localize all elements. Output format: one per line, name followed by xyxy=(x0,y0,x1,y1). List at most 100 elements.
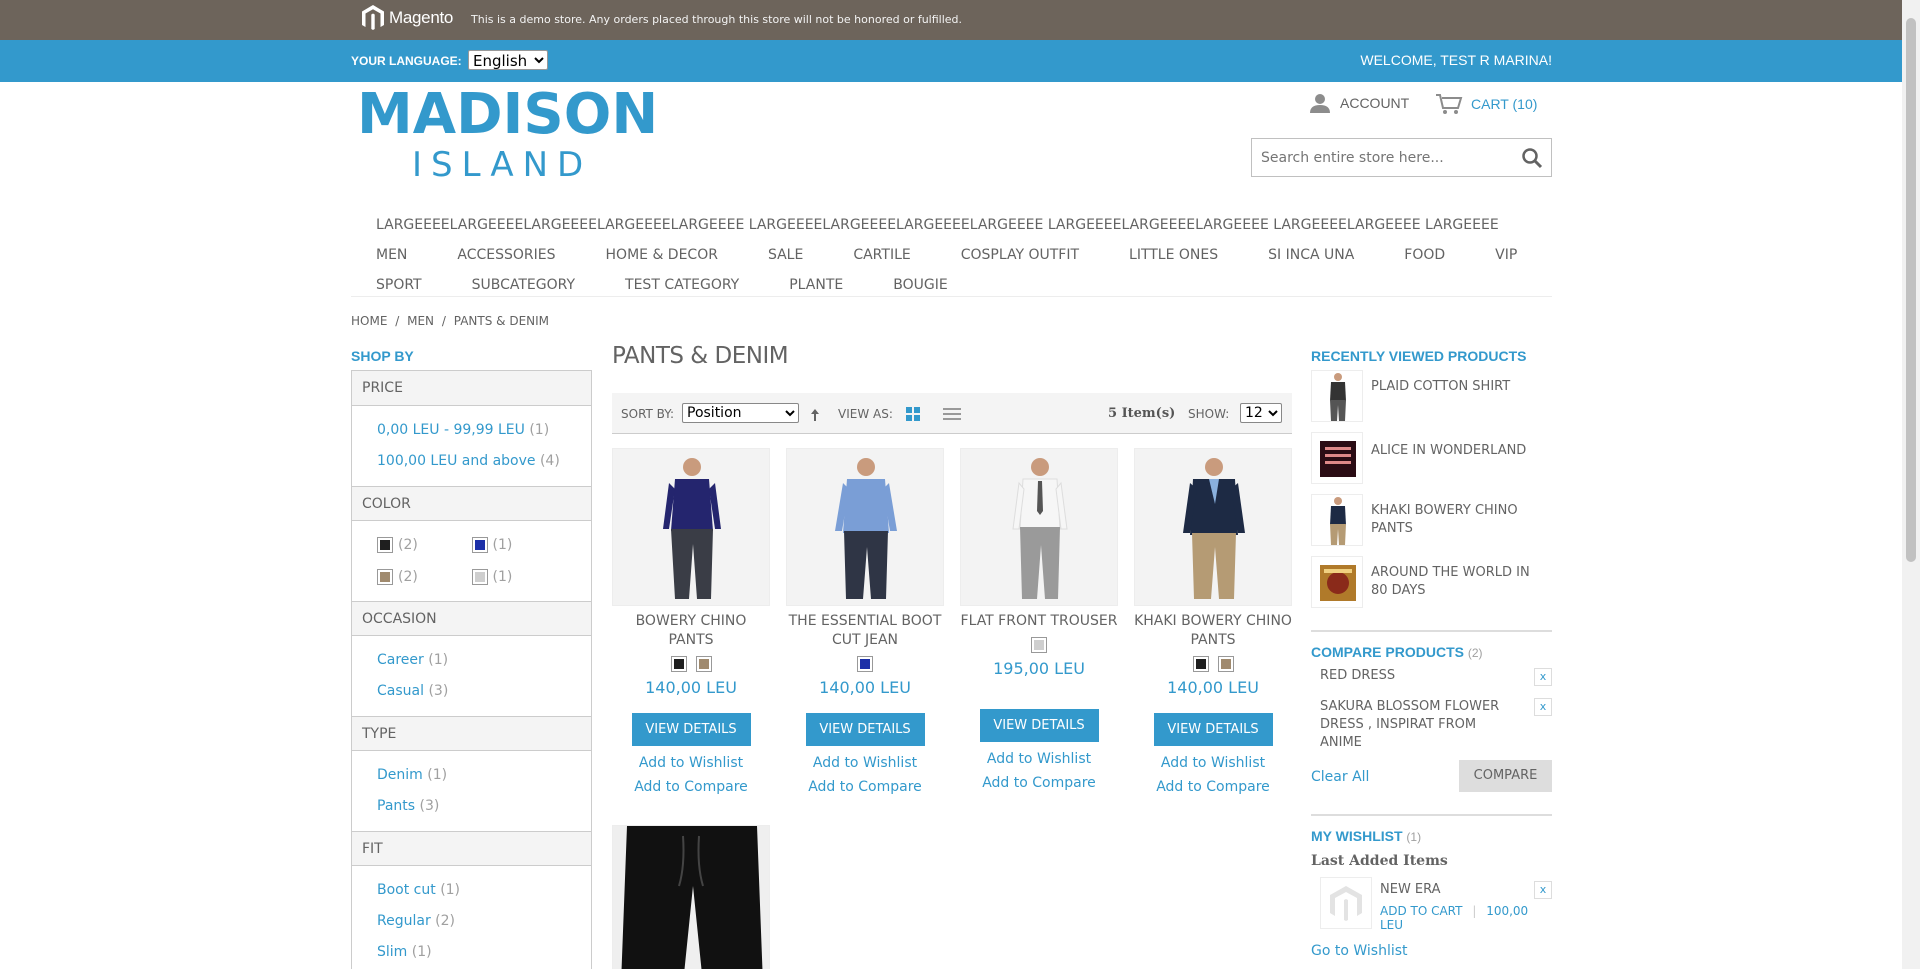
compare-item-name[interactable]: RED DRESS xyxy=(1311,668,1521,683)
recent-thumb[interactable] xyxy=(1311,370,1363,422)
recent-thumb[interactable] xyxy=(1311,494,1363,546)
sort-direction-arrow-icon[interactable] xyxy=(810,408,820,422)
nav-item-plante[interactable]: PLANTE xyxy=(789,277,843,293)
remove-wishlist-icon[interactable]: x xyxy=(1534,881,1552,899)
wishlist-thumb[interactable] xyxy=(1320,877,1372,929)
product-image[interactable] xyxy=(612,825,770,969)
filter-option[interactable]: Boot cut (1) xyxy=(377,875,566,906)
nav-item-home-decor[interactable]: HOME & DECOR xyxy=(606,247,718,263)
recent-item-name[interactable]: AROUND THE WORLD IN 80 DAYS xyxy=(1371,556,1536,600)
filter-fit-head[interactable]: FIT xyxy=(352,831,591,866)
add-to-wishlist-link[interactable]: Add to Wishlist xyxy=(960,750,1118,768)
nav-item-subcategory[interactable]: SUBCATEGORY xyxy=(472,277,575,293)
clear-all-link[interactable]: Clear All xyxy=(1311,769,1369,785)
view-details-button[interactable]: VIEW DETAILS xyxy=(805,713,925,746)
nav-item-bougie[interactable]: BOUGIE xyxy=(893,277,947,293)
add-to-wishlist-link[interactable]: Add to Wishlist xyxy=(612,754,770,772)
nav-item-vip[interactable]: VIP xyxy=(1495,247,1517,263)
nav-item-food[interactable]: FOOD xyxy=(1404,247,1445,263)
filter-price-head[interactable]: PRICE xyxy=(352,371,591,406)
filter-option[interactable]: Regular (2) xyxy=(377,906,566,937)
scrollbar-thumb[interactable] xyxy=(1906,18,1916,562)
search-input[interactable] xyxy=(1252,139,1512,176)
view-details-button[interactable]: VIEW DETAILS xyxy=(979,709,1099,742)
filter-color-head[interactable]: COLOR xyxy=(352,486,591,521)
page-scrollbar[interactable] xyxy=(1902,0,1920,969)
color-swatch[interactable] xyxy=(377,537,393,553)
view-details-button[interactable]: VIEW DETAILS xyxy=(631,713,751,746)
product-name[interactable]: THE ESSENTIAL BOOT CUT JEAN xyxy=(786,612,944,650)
remove-compare-icon[interactable]: x xyxy=(1534,698,1552,716)
go-to-wishlist-link[interactable]: Go to Wishlist xyxy=(1311,943,1408,959)
add-to-compare-link[interactable]: Add to Compare xyxy=(1134,778,1292,796)
recent-item-name[interactable]: PLAID COTTON SHIRT xyxy=(1371,370,1536,396)
recent-item[interactable]: ALICE IN WONDERLAND xyxy=(1311,432,1536,484)
filter-option[interactable]: 0,00 LEU - 99,99 LEU (1) xyxy=(377,415,566,446)
nav-item-cartile[interactable]: CARTILE xyxy=(853,247,910,263)
view-details-button[interactable]: VIEW DETAILS xyxy=(1153,713,1273,746)
compare-item-name[interactable]: SAKURA BLOSSOM FLOWER DRESS , INSPIRAT F… xyxy=(1311,698,1521,752)
product-image[interactable] xyxy=(1134,448,1292,606)
recent-item-name[interactable]: KHAKI BOWERY CHINO PANTS xyxy=(1371,494,1536,538)
language-select[interactable]: English xyxy=(468,50,548,70)
product-name[interactable]: KHAKI BOWERY CHINO PANTS xyxy=(1134,612,1292,650)
color-swatch[interactable] xyxy=(857,656,873,672)
color-swatch-filter[interactable]: (2) xyxy=(377,537,472,553)
nav-item-si-inca-una[interactable]: SI INCA UNA xyxy=(1268,247,1354,263)
filter-option[interactable]: Career (1) xyxy=(377,645,566,676)
product-name[interactable]: FLAT FRONT TROUSER xyxy=(960,612,1118,631)
breadcrumb-men[interactable]: MEN xyxy=(407,314,434,328)
recent-item[interactable]: PLAID COTTON SHIRT xyxy=(1311,370,1536,422)
nav-item-little-ones[interactable]: LITTLE ONES xyxy=(1129,247,1218,263)
compare-button[interactable]: COMPARE xyxy=(1459,760,1552,792)
filter-option[interactable]: Casual (3) xyxy=(377,676,566,707)
recent-item[interactable]: KHAKI BOWERY CHINO PANTS xyxy=(1311,494,1536,546)
nav-item-largeee[interactable]: LARGEEEELARGEEEELARGEEEELARGEEEELARGEEEE… xyxy=(376,217,1499,233)
cart-link[interactable]: CART (10) xyxy=(1435,93,1537,115)
search-icon[interactable] xyxy=(1521,147,1543,169)
show-limit-select[interactable]: 12 xyxy=(1240,403,1282,423)
wishlist-item-name[interactable]: NEW ERA xyxy=(1380,882,1441,897)
nav-item-accessories[interactable]: ACCESSORIES xyxy=(457,247,555,263)
color-swatch[interactable] xyxy=(471,537,488,553)
sort-by-select[interactable]: Position xyxy=(682,403,799,423)
breadcrumb-home[interactable]: HOME xyxy=(351,314,387,328)
site-logo[interactable]: MADISON ISLAND xyxy=(357,82,658,182)
nav-item-sale[interactable]: SALE xyxy=(768,247,803,263)
add-to-compare-link[interactable]: Add to Compare xyxy=(612,778,770,796)
filter-option[interactable]: Denim (1) xyxy=(377,760,566,791)
color-swatch-filter[interactable]: (1) xyxy=(471,569,567,585)
color-swatch[interactable] xyxy=(377,569,393,585)
filter-option[interactable]: 100,00 LEU and above (4) xyxy=(377,446,566,477)
account-link[interactable]: ACCOUNT xyxy=(1309,93,1409,113)
recent-item[interactable]: AROUND THE WORLD IN 80 DAYS xyxy=(1311,556,1536,608)
product-image[interactable] xyxy=(960,448,1118,606)
color-swatch[interactable] xyxy=(471,569,488,585)
recent-item-name[interactable]: ALICE IN WONDERLAND xyxy=(1371,432,1536,460)
color-swatch[interactable] xyxy=(1031,637,1047,653)
nav-item-cosplay-outfit[interactable]: COSPLAY OUTFIT xyxy=(961,247,1079,263)
filter-option[interactable]: Pants (3) xyxy=(377,791,566,822)
grid-view-icon[interactable] xyxy=(906,407,920,421)
filter-type-head[interactable]: TYPE xyxy=(352,716,591,751)
product-image[interactable] xyxy=(612,448,770,606)
recent-thumb[interactable] xyxy=(1311,556,1363,608)
add-to-wishlist-link[interactable]: Add to Wishlist xyxy=(786,754,944,772)
color-swatch[interactable] xyxy=(695,656,712,672)
remove-compare-icon[interactable]: x xyxy=(1534,668,1552,686)
color-swatch[interactable] xyxy=(1217,656,1234,672)
add-to-wishlist-link[interactable]: Add to Wishlist xyxy=(1134,754,1292,772)
product-name[interactable]: BOWERY CHINO PANTS xyxy=(612,612,770,650)
nav-item-sport[interactable]: SPORT xyxy=(376,277,422,293)
nav-item-men[interactable]: MEN xyxy=(376,247,407,263)
list-view-icon[interactable] xyxy=(943,407,961,421)
color-swatch-filter[interactable]: (2) xyxy=(377,569,472,585)
nav-item-test-category[interactable]: TEST CATEGORY xyxy=(625,277,739,293)
add-to-compare-link[interactable]: Add to Compare xyxy=(786,778,944,796)
color-swatch[interactable] xyxy=(670,656,687,672)
product-image[interactable] xyxy=(786,448,944,606)
filter-option[interactable]: Slim (1) xyxy=(377,937,566,968)
color-swatch-filter[interactable]: (1) xyxy=(471,537,567,553)
color-swatch[interactable] xyxy=(1192,656,1209,672)
add-to-compare-link[interactable]: Add to Compare xyxy=(960,774,1118,792)
